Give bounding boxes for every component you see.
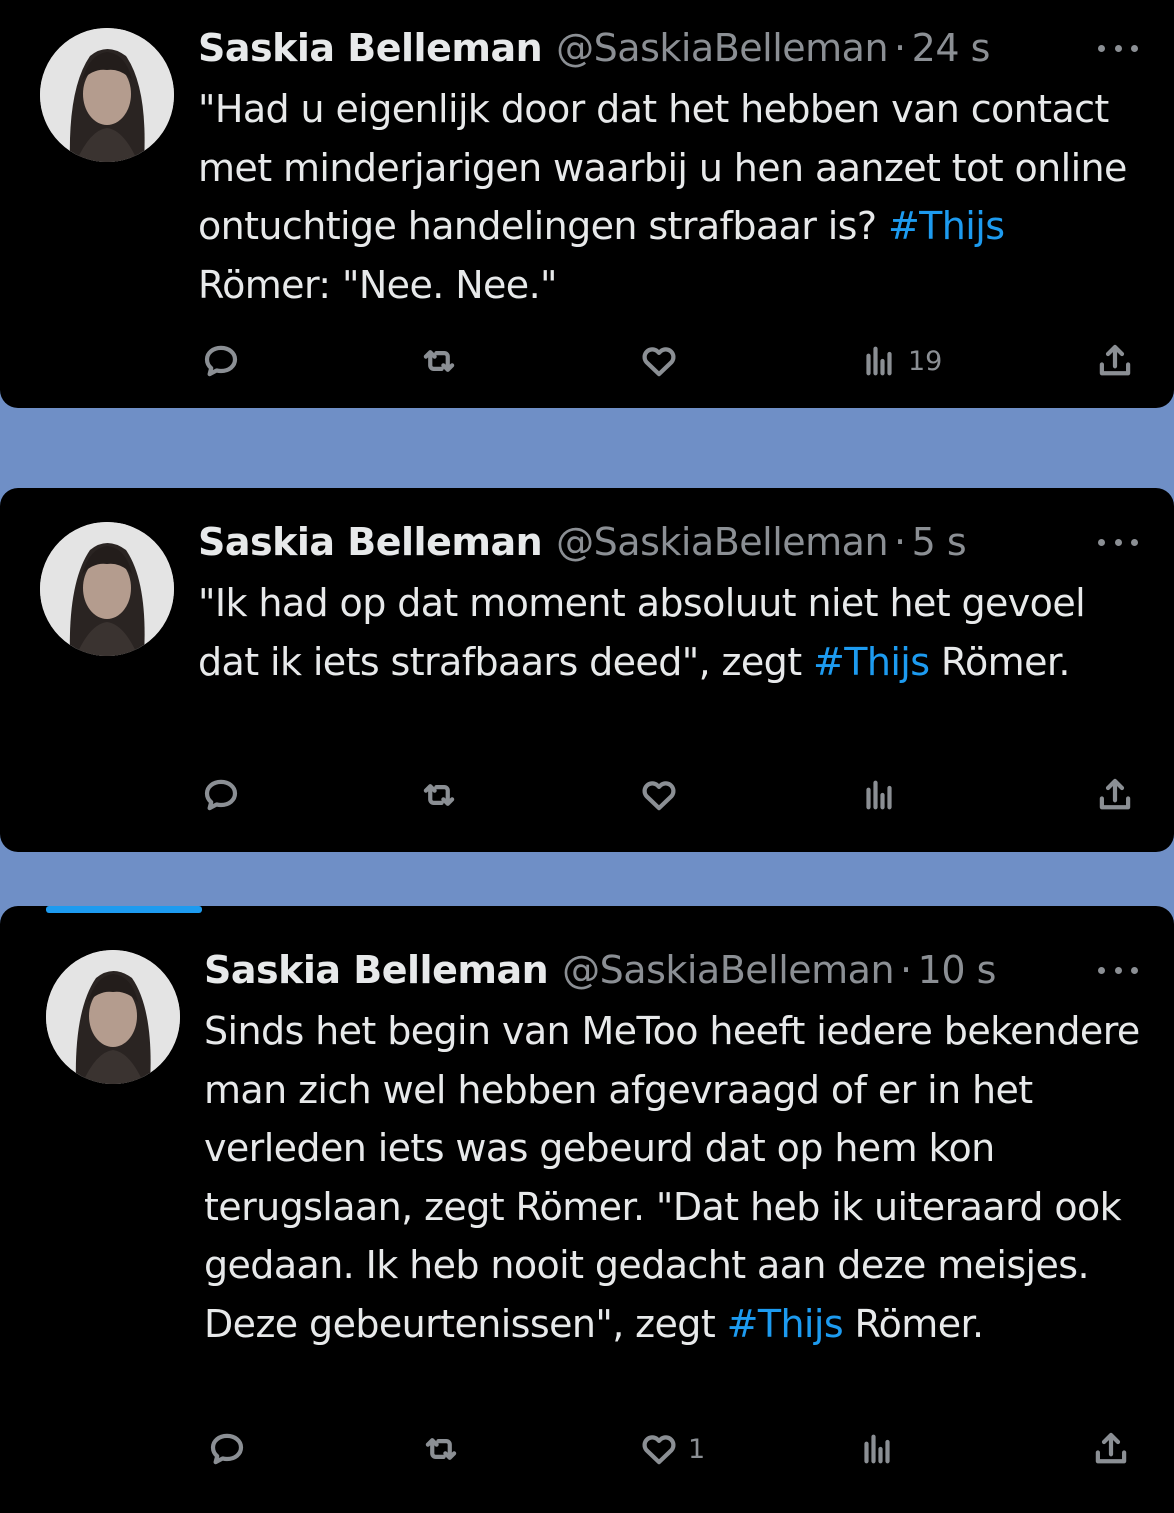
author-handle[interactable]: @SaskiaBelleman [562,948,894,992]
avatar[interactable] [40,28,174,162]
hashtag-link[interactable]: #Thijs [813,640,930,684]
heart-icon [642,1435,676,1465]
share-button[interactable] [1090,1424,1132,1474]
more-icon[interactable] [1098,960,1138,980]
retweet-icon [423,350,455,372]
views-chart-icon [864,1434,890,1464]
reply-icon [204,779,238,811]
separator: · [894,26,906,70]
retweet-button[interactable] [418,336,468,386]
retweet-button[interactable] [418,770,468,820]
loading-indicator [46,906,202,913]
heart-icon [642,781,676,811]
tweet-header: Saskia Belleman @SaskiaBelleman · 24 s [198,20,990,76]
views-button[interactable]: 19 [858,336,942,386]
retweet-icon [423,784,455,806]
reply-icon [210,1433,244,1465]
share-icon [1099,778,1131,810]
tweet-text: Sinds het begin van MeToo heeft iedere b… [204,1009,1140,1346]
more-icon[interactable] [1098,38,1138,58]
separator: · [894,520,906,564]
tweet-actions: 1 [0,1424,1174,1474]
share-icon [1099,344,1131,376]
tweet-actions: 19 [0,336,1174,386]
tweet-text: "Had u eigenlijk door dat het hebben van… [198,87,1127,307]
avatar[interactable] [40,522,174,656]
tweet[interactable]: Saskia Belleman @SaskiaBelleman · 10 s S… [0,906,1174,1513]
timestamp[interactable]: 5 s [912,520,967,564]
tweet-text: "Ik had op dat moment absoluut niet het … [198,581,1086,684]
reply-button[interactable] [206,1424,256,1474]
reply-icon [204,345,238,377]
separator: · [900,948,912,992]
tweet-header: Saskia Belleman @SaskiaBelleman · 10 s [204,942,996,998]
avatar[interactable] [46,950,180,1084]
share-icon [1095,1432,1127,1464]
retweet-icon [425,1438,457,1460]
views-button[interactable] [858,770,908,820]
views-button[interactable] [856,1424,906,1474]
author-name[interactable]: Saskia Belleman [198,26,543,70]
views-chart-icon [866,346,892,376]
tweet-header: Saskia Belleman @SaskiaBelleman · 5 s [198,514,967,570]
tweet[interactable]: Saskia Belleman @SaskiaBelleman · 5 s "I… [0,488,1174,852]
share-button[interactable] [1094,770,1136,820]
author-handle[interactable]: @SaskiaBelleman [556,520,888,564]
like-button[interactable]: 1 [638,1424,705,1474]
tweet[interactable]: Saskia Belleman @SaskiaBelleman · 24 s "… [0,0,1174,408]
author-name[interactable]: Saskia Belleman [204,948,549,992]
views-count: 19 [908,345,943,377]
share-button[interactable] [1094,336,1136,386]
timestamp[interactable]: 24 s [912,26,991,70]
like-button[interactable] [638,336,688,386]
views-chart-icon [866,780,892,810]
reply-button[interactable] [200,770,250,820]
hashtag-link[interactable]: #Thijs [888,204,1005,248]
tweet-actions [0,770,1174,820]
more-icon[interactable] [1098,532,1138,552]
hashtag-link[interactable]: #Thijs [727,1302,844,1346]
timestamp[interactable]: 10 s [918,948,997,992]
reply-button[interactable] [200,336,250,386]
retweet-button[interactable] [420,1424,470,1474]
author-name[interactable]: Saskia Belleman [198,520,543,564]
like-button[interactable] [638,770,688,820]
author-handle[interactable]: @SaskiaBelleman [556,26,888,70]
like-count: 1 [688,1433,706,1465]
heart-icon [642,347,676,377]
